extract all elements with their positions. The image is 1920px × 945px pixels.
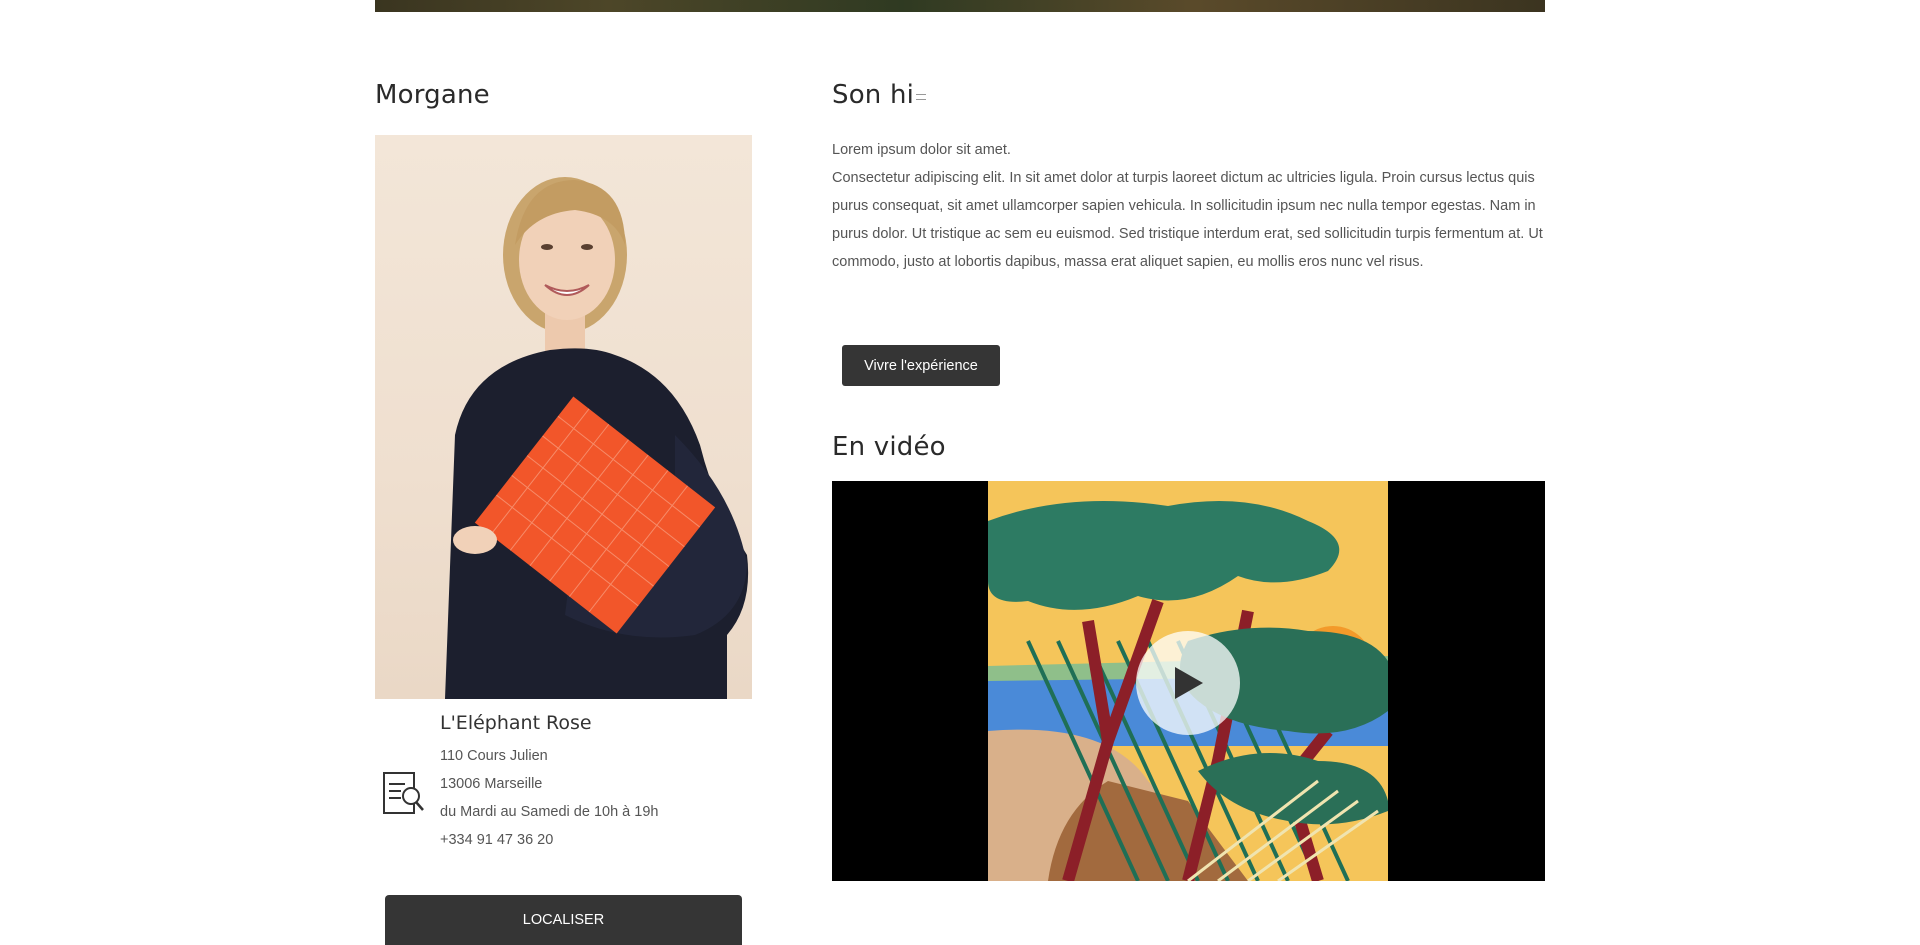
story-title-text: Son hi: [832, 80, 915, 110]
story-column: Son hi Lorem ipsum dolor sit amet. Conse…: [832, 80, 1545, 881]
video-player[interactable]: [832, 481, 1545, 881]
shop-address-line2: 13006 Marseille: [440, 776, 543, 792]
profile-column: Morgane L'Eléphant Rose 110 Cours Julien…: [375, 80, 753, 945]
story-title: Son hi: [832, 80, 1545, 110]
shop-name: L'Eléphant Rose: [440, 712, 592, 734]
shop-address-line1: 110 Cours Julien: [440, 748, 548, 764]
loading-indicator: [916, 94, 927, 100]
hero-image-strip: [375, 0, 1545, 12]
play-button[interactable]: [1136, 631, 1240, 735]
experience-button[interactable]: Vivre l'expérience: [842, 345, 1000, 386]
document-search-icon: [383, 772, 425, 818]
story-text: Lorem ipsum dolor sit amet. Consectetur …: [832, 136, 1545, 276]
profile-photo: [375, 135, 752, 699]
video-title: En vidéo: [832, 432, 946, 462]
story-line1: Lorem ipsum dolor sit amet.: [832, 142, 1011, 158]
story-paragraph: Consectetur adipiscing elit. In sit amet…: [832, 170, 1543, 270]
locate-button[interactable]: LOCALISER: [385, 895, 742, 945]
profile-name: Morgane: [375, 80, 490, 110]
shop-phone: +334 91 47 36 20: [440, 832, 554, 848]
play-icon: [1175, 667, 1203, 699]
shop-hours: du Mardi au Samedi de 10h à 19h: [440, 804, 659, 820]
